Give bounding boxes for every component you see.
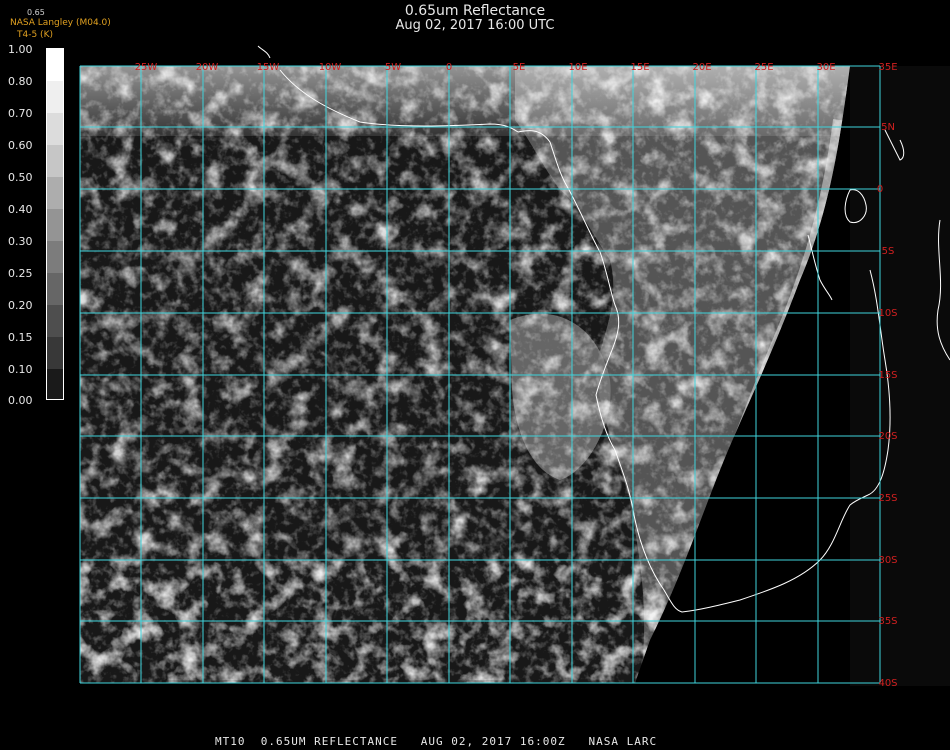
lon-label: 15E <box>630 62 649 73</box>
satellite-map[interactable]: 25W 20W 15W 10W 5W 0 5E 10E 15E 20E 25E … <box>0 0 950 750</box>
lon-label: 0 <box>446 62 452 73</box>
cloud-layer <box>80 66 850 683</box>
lat-label: 35S <box>878 616 897 627</box>
lat-label: 20S <box>878 431 897 442</box>
lon-label: 10E <box>568 62 587 73</box>
lon-label: 30E <box>816 62 835 73</box>
lat-label: 0 <box>877 184 883 195</box>
footer-caption: MT10 0.65UM REFLECTANCE AUG 02, 2017 16:… <box>215 735 658 748</box>
lat-label: 5N <box>881 122 895 133</box>
lon-label: 25E <box>754 62 773 73</box>
lat-label: 25S <box>878 493 897 504</box>
lat-label: 15S <box>878 370 897 381</box>
lon-label: 20W <box>196 62 219 73</box>
lon-label: 15W <box>257 62 280 73</box>
lat-label: 30S <box>878 555 897 566</box>
lon-label: 35E <box>878 62 897 73</box>
lon-label: 5E <box>513 62 526 73</box>
lon-label: 10W <box>319 62 342 73</box>
lat-label: 40S <box>878 678 897 689</box>
lat-label: 5S <box>882 246 895 257</box>
lon-label: 25W <box>135 62 158 73</box>
lon-label: 5W <box>385 62 401 73</box>
lat-label: 10S <box>878 308 897 319</box>
lon-label: 20E <box>692 62 711 73</box>
